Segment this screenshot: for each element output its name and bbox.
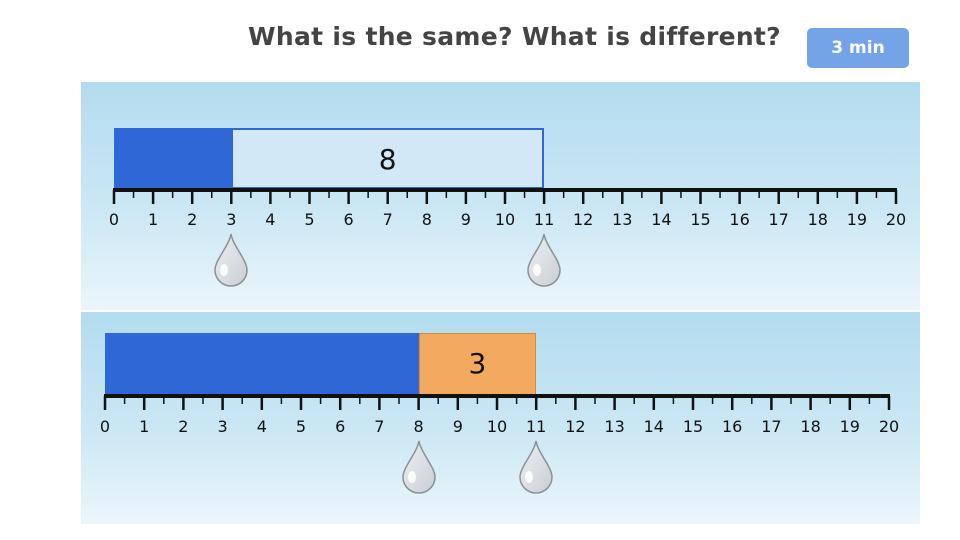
tick-label: 1 — [139, 417, 150, 436]
tick-label: 17 — [768, 210, 789, 229]
tick-label: 15 — [682, 417, 704, 436]
number-line — [112, 188, 898, 204]
tick-label: 13 — [604, 417, 625, 436]
tick-label: 19 — [846, 210, 868, 229]
tick-label: 9 — [460, 210, 471, 229]
tick-label: 18 — [807, 210, 828, 229]
tick-label: 10 — [494, 210, 516, 229]
tick-label: 17 — [761, 417, 782, 436]
tick-label: 20 — [885, 210, 907, 229]
tick-label: 7 — [382, 210, 393, 229]
tick-label: 12 — [573, 210, 594, 229]
number-line-panel-2: 3 0 1 2 3 4 5 6 7 8 9 10 11 12 13 14 15 16 17 18 19 20 — [81, 312, 920, 524]
tick-label: 10 — [486, 417, 508, 436]
tick-label: 12 — [565, 417, 586, 436]
tick-label: 0 — [99, 417, 111, 436]
raindrop-marker-icon[interactable] — [516, 439, 556, 495]
tick-label: 6 — [343, 210, 354, 229]
tick-label: 2 — [187, 210, 198, 229]
tick-label: 20 — [878, 417, 900, 436]
tick-label: 14 — [643, 417, 664, 436]
raindrop-marker-icon[interactable] — [399, 439, 439, 495]
tick-label: 3 — [226, 210, 237, 229]
tick-label: 8 — [413, 417, 424, 436]
tick-label: 7 — [374, 417, 385, 436]
tick-label: 16 — [729, 210, 750, 229]
number-line-panel-1: 8 0 1 2 3 4 5 6 7 8 9 10 11 12 13 14 15 16 17 18 19 20 — [81, 82, 920, 310]
tick-label: 13 — [612, 210, 633, 229]
tick-label: 18 — [800, 417, 821, 436]
tick-label: 2 — [178, 417, 189, 436]
tick-label: 14 — [651, 210, 672, 229]
question-title: What is the same? What is different? — [248, 22, 781, 51]
tick-label: 9 — [452, 417, 463, 436]
tick-label: 5 — [295, 417, 307, 436]
tick-label: 19 — [839, 417, 860, 436]
tick-label: 4 — [265, 210, 276, 229]
raindrop-marker-icon[interactable] — [524, 232, 564, 288]
timer-button[interactable]: 3 min — [807, 28, 909, 68]
tick-label: 5 — [304, 210, 315, 229]
tick-label: 11 — [526, 417, 547, 436]
tick-label: 16 — [722, 417, 743, 436]
raindrop-marker-icon[interactable] — [211, 232, 251, 288]
tick-label: 3 — [217, 417, 228, 436]
tick-label: 6 — [335, 417, 346, 436]
tick-label: 0 — [108, 210, 120, 229]
tick-label: 11 — [533, 210, 555, 229]
tick-label: 8 — [421, 210, 432, 229]
tick-label: 4 — [256, 417, 267, 436]
tick-label: 1 — [148, 210, 159, 229]
tick-label: 15 — [690, 210, 711, 229]
